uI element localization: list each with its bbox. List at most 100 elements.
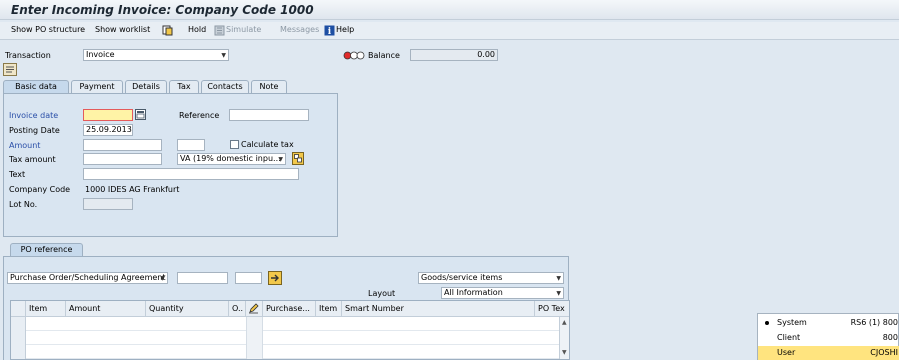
currency-input[interactable] — [177, 139, 205, 151]
svg-text:i: i — [328, 27, 332, 36]
tab-label: Tax — [177, 82, 191, 91]
row-selector-header[interactable] — [11, 301, 26, 317]
po-reference-type-value: Purchase Order/Scheduling Agreement — [10, 273, 166, 282]
status-item-value: CJOSHI — [870, 348, 898, 357]
column-header[interactable]: O.. — [229, 301, 246, 317]
status-item-key: System — [777, 318, 807, 327]
amount-label: Amount — [9, 141, 41, 150]
tax-code-value: VA (19% domestic inpu... — [180, 154, 281, 163]
layout-value: All Information — [444, 288, 503, 297]
transaction-label: Transaction — [5, 51, 51, 60]
company-code-value: 1000 IDES AG Frankfurt — [85, 185, 180, 194]
tab-basic-data[interactable]: Basic data — [3, 80, 69, 93]
application-toolbar: Show PO structure Show worklist Hold Sim… — [0, 22, 899, 40]
column-header[interactable]: Item — [316, 301, 342, 317]
status-item-value: 800 — [882, 333, 898, 342]
table-row[interactable] — [11, 331, 569, 345]
reference-label: Reference — [179, 111, 220, 120]
show-worklist-button[interactable]: Show worklist — [95, 25, 150, 34]
invoice-date-label: Invoice date — [9, 111, 59, 120]
tax-amount-input[interactable] — [83, 153, 162, 165]
balance-value: 0.00 — [477, 50, 495, 59]
simulate-icon — [214, 25, 225, 36]
transaction-select[interactable]: Invoice — [83, 49, 229, 61]
po-items-table: Item Amount Quantity O.. Purchase... Ite… — [10, 300, 570, 360]
column-header[interactable] — [246, 301, 263, 317]
table-vertical-scrollbar[interactable]: ▲ ▼ — [559, 317, 569, 359]
tab-contacts[interactable]: Contacts — [201, 80, 249, 93]
edit-status-column — [246, 317, 263, 359]
balance-status-light-icon — [343, 51, 365, 60]
column-header[interactable]: PO Tex — [535, 301, 569, 317]
company-code-label: Company Code — [9, 185, 71, 194]
title-bar: Enter Incoming Invoice: Company Code 100… — [0, 0, 899, 20]
tab-tax[interactable]: Tax — [169, 80, 199, 93]
balance-label: Balance — [368, 51, 400, 60]
system-status-popup: System RS6 (1) 800 Client 800 User CJOSH… — [757, 313, 899, 360]
show-po-structure-button[interactable]: Show PO structure — [11, 25, 85, 34]
table-row[interactable] — [11, 317, 569, 331]
text-label: Text — [9, 170, 26, 179]
transaction-value: Invoice — [86, 50, 115, 59]
help-button[interactable]: Help — [336, 25, 354, 34]
user-status-item[interactable]: User CJOSHI — [758, 346, 899, 360]
hold-button[interactable]: Hold — [188, 25, 206, 34]
help-icon[interactable]: i — [324, 25, 335, 36]
calculate-tax-label: Calculate tax — [241, 140, 294, 149]
column-header[interactable]: Item — [26, 301, 66, 317]
po-item-input[interactable] — [235, 272, 262, 284]
row-selector-column[interactable] — [11, 317, 26, 359]
calculate-tax-checkbox[interactable] — [230, 140, 239, 149]
tab-label: PO reference — [20, 245, 73, 254]
tax-amount-label: Tax amount — [9, 155, 56, 164]
posting-date-label: Posting Date — [9, 126, 60, 135]
tax-details-icon[interactable] — [292, 152, 304, 165]
scroll-up-icon[interactable]: ▲ — [562, 319, 567, 326]
calendar-icon[interactable] — [135, 109, 146, 120]
execute-arrow-icon[interactable] — [268, 271, 282, 285]
tab-label: Basic data — [15, 82, 57, 91]
invoice-date-input[interactable] — [83, 109, 133, 121]
lot-no-label: Lot No. — [9, 200, 38, 209]
tab-po-reference[interactable]: PO reference — [10, 243, 83, 256]
tab-details[interactable]: Details — [125, 80, 167, 93]
posting-date-input[interactable]: 25.09.2013 — [83, 124, 133, 136]
amount-input[interactable] — [83, 139, 162, 151]
status-item-key: Client — [777, 333, 801, 342]
create-document-icon[interactable] — [162, 25, 173, 36]
client-status-item[interactable]: Client 800 — [758, 331, 899, 345]
items-type-select[interactable]: Goods/service items — [418, 272, 564, 284]
balance-field: 0.00 — [410, 49, 498, 61]
simulate-button[interactable]: Simulate — [226, 25, 261, 34]
tab-payment[interactable]: Payment — [71, 80, 123, 93]
tab-note[interactable]: Note — [251, 80, 287, 93]
items-type-value: Goods/service items — [421, 273, 503, 282]
column-header[interactable]: Amount — [66, 301, 146, 317]
layout-select[interactable]: All Information — [441, 287, 564, 299]
tab-label: Payment — [79, 82, 115, 91]
tab-label: Note — [259, 82, 279, 91]
lot-no-field — [83, 198, 133, 210]
table-row[interactable] — [11, 345, 569, 359]
selected-bullet-icon — [765, 321, 769, 325]
column-header[interactable]: Smart Number — [342, 301, 535, 317]
pencil-edit-icon — [249, 303, 259, 314]
document-overview-icon[interactable] — [3, 63, 17, 76]
status-item-value: RS6 (1) 800 — [850, 318, 898, 327]
po-number-input[interactable] — [177, 272, 228, 284]
po-reference-type-select[interactable]: Purchase Order/Scheduling Agreement — [7, 272, 168, 284]
layout-label: Layout — [368, 289, 396, 298]
posting-date-value: 25.09.2013 — [86, 125, 132, 134]
tax-code-select[interactable]: VA (19% domestic inpu... — [177, 153, 286, 165]
messages-button[interactable]: Messages — [280, 25, 319, 34]
status-item-key: User — [777, 348, 796, 357]
system-status-item[interactable]: System RS6 (1) 800 — [758, 316, 899, 330]
text-input[interactable] — [83, 168, 299, 180]
tab-label: Contacts — [207, 82, 243, 91]
page-title: Enter Incoming Invoice: Company Code 100… — [11, 3, 314, 17]
column-header[interactable]: Purchase... — [263, 301, 316, 317]
scroll-down-icon[interactable]: ▼ — [562, 349, 567, 356]
tab-label: Details — [132, 82, 160, 91]
column-header[interactable]: Quantity — [146, 301, 229, 317]
reference-input[interactable] — [229, 109, 309, 121]
